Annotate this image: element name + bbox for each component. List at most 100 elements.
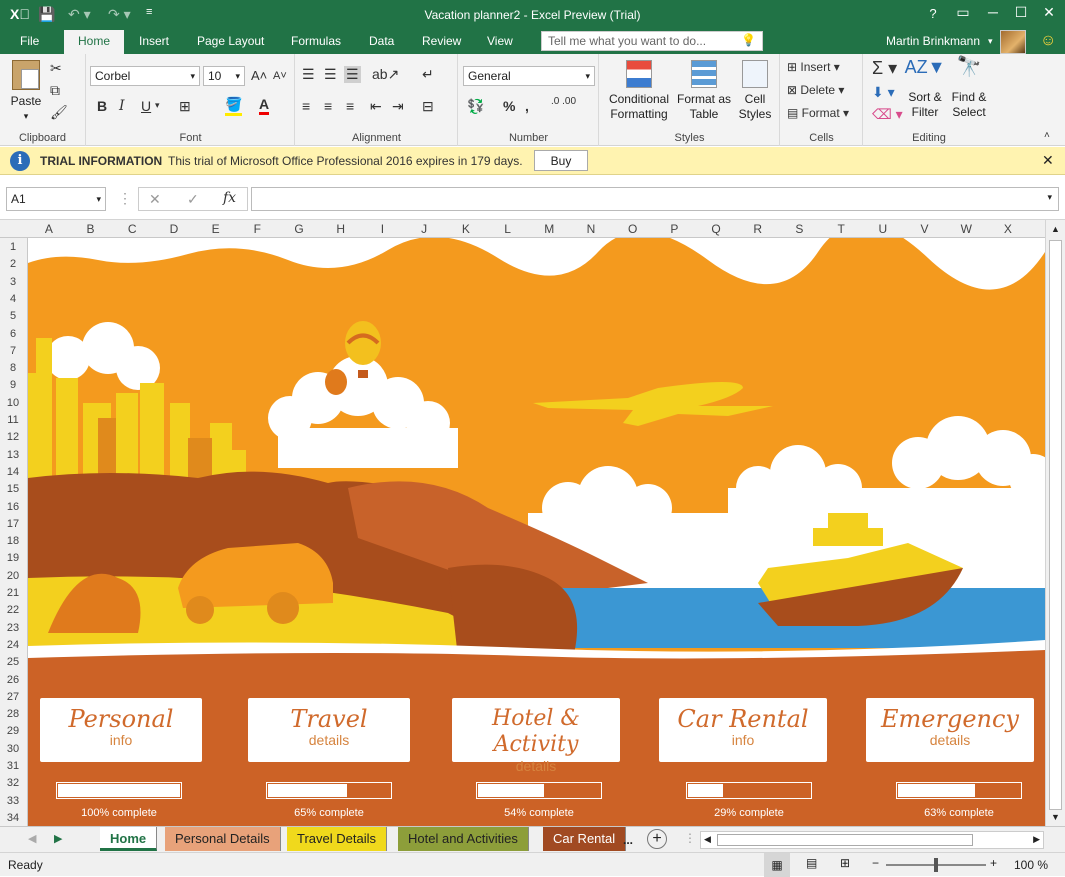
row-header[interactable]: 5 bbox=[0, 310, 26, 322]
minimize-icon[interactable]: ─ bbox=[980, 4, 1006, 20]
scroll-down-icon[interactable]: ▼ bbox=[1051, 812, 1060, 822]
row-header[interactable]: 12 bbox=[0, 431, 26, 443]
sheet-tab-car-rental[interactable]: Car Rental bbox=[543, 827, 627, 851]
align-right-icon[interactable]: ≡ bbox=[346, 98, 354, 114]
row-header[interactable]: 18 bbox=[0, 535, 26, 547]
row-header[interactable]: 26 bbox=[0, 674, 26, 686]
cut-icon[interactable]: ✂ bbox=[50, 60, 62, 77]
cell-styles-button[interactable]: Cell Styles bbox=[734, 60, 776, 122]
formula-input[interactable]: ▾ bbox=[251, 187, 1059, 211]
normal-view-icon[interactable]: ▦ bbox=[764, 853, 790, 877]
zoom-out-icon[interactable]: − bbox=[872, 856, 879, 870]
collapse-ribbon-icon[interactable]: ˄ bbox=[1044, 130, 1050, 141]
row-header[interactable]: 32 bbox=[0, 777, 26, 789]
orientation-icon[interactable]: ab↗ bbox=[372, 66, 399, 83]
row-header[interactable]: 11 bbox=[0, 414, 26, 426]
percent-style-button[interactable]: % bbox=[503, 98, 515, 114]
name-box[interactable]: A1 ▾ bbox=[6, 187, 106, 211]
row-header[interactable]: 33 bbox=[0, 795, 26, 807]
column-header[interactable]: H bbox=[320, 222, 362, 236]
column-header[interactable]: W bbox=[945, 222, 987, 236]
row-header[interactable]: 9 bbox=[0, 379, 26, 391]
close-icon[interactable]: ✕ bbox=[1042, 152, 1054, 169]
copy-icon[interactable]: ⧉ bbox=[50, 82, 60, 99]
personal-info-card[interactable]: Personal info bbox=[40, 698, 202, 762]
scroll-left-icon[interactable]: ◀ bbox=[704, 834, 711, 845]
prev-sheet-icon[interactable]: ◀ bbox=[28, 832, 36, 845]
insert-cells-button[interactable]: ⊞ Insert ▾ bbox=[787, 60, 840, 74]
column-header[interactable]: B bbox=[70, 222, 112, 236]
row-header[interactable]: 20 bbox=[0, 570, 26, 582]
font-size-select[interactable]: 10 ▾ bbox=[203, 66, 245, 86]
column-header[interactable]: D bbox=[153, 222, 195, 236]
fill-icon[interactable]: ⬇ ▾ bbox=[872, 84, 895, 101]
font-name-select[interactable]: Corbel ▾ bbox=[90, 66, 200, 86]
column-header[interactable]: M bbox=[528, 222, 570, 236]
format-painter-icon[interactable]: 🖌 bbox=[50, 104, 68, 121]
insert-function-icon[interactable]: fx bbox=[223, 190, 236, 206]
zoom-in-icon[interactable]: + bbox=[990, 856, 997, 870]
row-header[interactable]: 29 bbox=[0, 725, 26, 737]
row-header[interactable]: 27 bbox=[0, 691, 26, 703]
zoom-slider[interactable] bbox=[886, 858, 986, 872]
row-header[interactable]: 22 bbox=[0, 604, 26, 616]
enter-icon[interactable]: ✓ bbox=[187, 191, 199, 208]
borders-icon[interactable]: ⊞ bbox=[179, 98, 191, 115]
column-header[interactable]: G bbox=[278, 222, 320, 236]
row-header[interactable]: 24 bbox=[0, 639, 26, 651]
help-icon[interactable]: ? bbox=[920, 6, 946, 21]
increase-decimal-icon[interactable]: .0 .00 bbox=[551, 96, 576, 107]
tell-me-input[interactable]: Tell me what you want to do... 💡 bbox=[541, 31, 763, 51]
accounting-format-icon[interactable]: 💱 bbox=[467, 98, 484, 115]
row-header[interactable]: 14 bbox=[0, 466, 26, 478]
column-header[interactable]: R bbox=[737, 222, 779, 236]
align-top-icon[interactable]: ☰ bbox=[302, 66, 315, 83]
decrease-indent-icon[interactable]: ⇤ bbox=[370, 98, 382, 115]
column-header[interactable]: N bbox=[570, 222, 612, 236]
sheet-tab-personal-details[interactable]: Personal Details bbox=[165, 827, 281, 851]
column-header[interactable]: E bbox=[195, 222, 237, 236]
avatar[interactable] bbox=[1000, 30, 1026, 54]
horizontal-scrollbar[interactable]: ◀ ▶ bbox=[700, 831, 1044, 849]
row-header[interactable]: 13 bbox=[0, 449, 26, 461]
feedback-smiley-icon[interactable]: ☺ bbox=[1040, 32, 1056, 50]
next-sheet-icon[interactable]: ▶ bbox=[54, 832, 62, 845]
align-bottom-icon[interactable]: ☰ bbox=[344, 66, 361, 83]
align-middle-icon[interactable]: ☰ bbox=[324, 66, 337, 83]
comma-style-icon[interactable]: , bbox=[525, 98, 529, 114]
tab-review[interactable]: Review bbox=[422, 34, 461, 48]
format-cells-button[interactable]: ▤ Format ▾ bbox=[787, 106, 849, 120]
row-header[interactable]: 23 bbox=[0, 622, 26, 634]
more-sheets-button[interactable]: ... bbox=[623, 833, 633, 847]
maximize-icon[interactable]: ☐ bbox=[1008, 4, 1034, 21]
tab-data[interactable]: Data bbox=[369, 34, 394, 48]
column-header[interactable]: F bbox=[237, 222, 279, 236]
zoom-level[interactable]: 100 % bbox=[1014, 858, 1048, 872]
tab-home[interactable]: Home bbox=[64, 30, 125, 54]
row-header[interactable]: 3 bbox=[0, 276, 26, 288]
paste-button[interactable]: Paste ▾ bbox=[8, 60, 44, 124]
tab-view[interactable]: View bbox=[487, 34, 513, 48]
user-name[interactable]: Martin Brinkmann bbox=[886, 34, 980, 48]
row-header[interactable]: 2 bbox=[0, 258, 26, 270]
column-header[interactable]: O bbox=[612, 222, 654, 236]
merge-center-icon[interactable]: ⊟ bbox=[422, 98, 434, 115]
row-header[interactable]: 8 bbox=[0, 362, 26, 374]
row-header[interactable]: 15 bbox=[0, 483, 26, 495]
column-header[interactable]: V bbox=[904, 222, 946, 236]
row-header[interactable]: 16 bbox=[0, 501, 26, 513]
scroll-thumb[interactable] bbox=[1049, 240, 1062, 810]
conditional-formatting-button[interactable]: Conditional Formatting bbox=[604, 60, 674, 122]
column-header[interactable]: T bbox=[820, 222, 862, 236]
row-header[interactable]: 30 bbox=[0, 743, 26, 755]
sheet-tab-hotel-activities[interactable]: Hotel and Activities bbox=[398, 827, 529, 851]
column-header[interactable]: K bbox=[445, 222, 487, 236]
tab-page-layout[interactable]: Page Layout bbox=[197, 34, 264, 48]
ribbon-display-icon[interactable]: ▭ bbox=[950, 4, 976, 21]
sheet-tab-home[interactable]: Home bbox=[100, 827, 158, 851]
fill-color-icon[interactable]: 🪣 bbox=[225, 96, 243, 116]
tab-formulas[interactable]: Formulas bbox=[291, 34, 341, 48]
row-header[interactable]: 17 bbox=[0, 518, 26, 530]
horizontal-scroll-thumb[interactable] bbox=[717, 834, 973, 846]
find-select-button[interactable]: 🔭 Find & Select bbox=[948, 57, 990, 120]
